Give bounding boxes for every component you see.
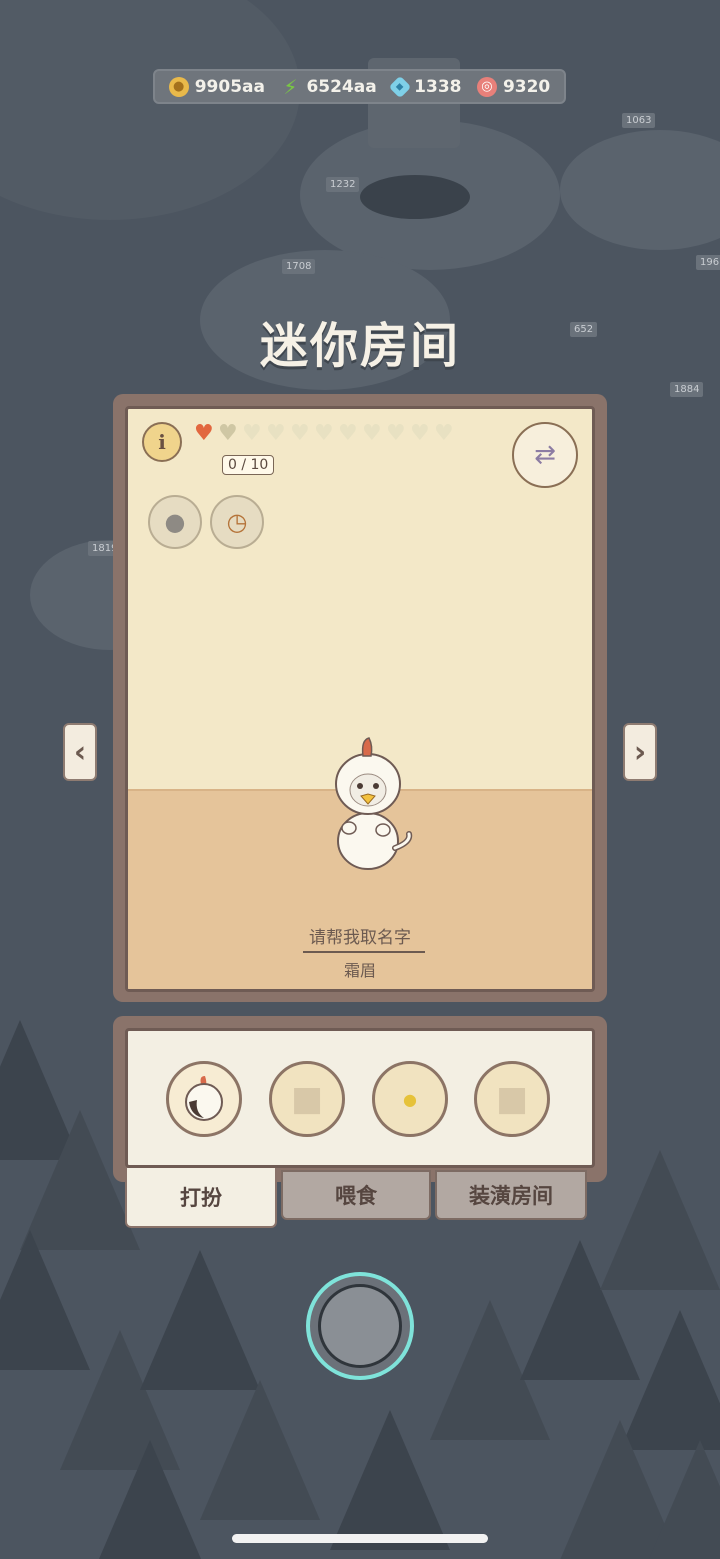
potato-icon[interactable]: ● (148, 495, 202, 549)
name-cat-prompt[interactable]: 请帮我取名字 (128, 923, 592, 948)
coins-counter[interactable]: ● 9905aa (168, 76, 265, 97)
mini-room: i ♥ ♥ ♥ ♥ ♥ ♥ ♥ ♥ ♥ ♥ ♥ 0 / 10 ⇄ ● ◷ 请帮我… (125, 406, 595, 992)
heart-icon: ♥ (314, 421, 334, 446)
swap-cats-icon: ⇄ (534, 440, 556, 470)
chevron-right-icon: › (633, 734, 647, 770)
fish-counter[interactable]: ◎ 9320 (476, 76, 551, 97)
tab-decorate-room[interactable]: 装潢房间 (435, 1170, 587, 1220)
heart-icon: ♥ (434, 421, 454, 446)
heart-icon: ♥ (338, 421, 358, 446)
chicken-hood-icon (185, 1076, 223, 1121)
coin-icon: ● (168, 76, 189, 97)
tab-feed[interactable]: 喂食 (281, 1170, 431, 1220)
gems-counter[interactable]: ◆ 1338 (388, 75, 462, 98)
tab-bar: 打扮 喂食 装潢房间 (125, 1168, 587, 1228)
fish-value: 9320 (502, 76, 551, 97)
fish-icon: ◎ (476, 76, 497, 97)
heart-icon: ♥ (362, 421, 382, 446)
signpost: 1232 (326, 177, 360, 192)
heart-icon: ♥ (386, 421, 406, 446)
main-action-button-inner (318, 1284, 402, 1368)
heart-count-badge: 0 / 10 (222, 455, 275, 475)
name-underline (303, 951, 425, 953)
currency-bar: ● 9905aa ⚡ 6524aa ◆ 1338 ◎ 9320 (153, 69, 566, 104)
next-room-button[interactable]: › (623, 723, 657, 781)
signpost: 1884 (670, 382, 704, 397)
signpost: 1708 (282, 259, 316, 274)
energy-value: 6524aa (306, 76, 377, 97)
info-button[interactable]: i (142, 422, 182, 462)
signpost: 1063 (622, 113, 656, 128)
swap-cat-button[interactable]: ⇄ (512, 422, 578, 488)
cat-character[interactable] (323, 736, 413, 876)
hot-spring-pond (360, 175, 470, 219)
mask-slot[interactable]: ■ (474, 1061, 550, 1137)
signpost: 196 (696, 255, 720, 270)
lightning-icon: ⚡ (283, 74, 298, 99)
coins-value: 9905aa (194, 76, 265, 97)
affection-hearts: ♥ ♥ ♥ ♥ ♥ ♥ ♥ ♥ ♥ ♥ ♥ (194, 423, 456, 445)
heart-icon: ♥ (266, 421, 286, 446)
heart-icon: ♥ (290, 421, 310, 446)
home-indicator[interactable] (232, 1534, 488, 1543)
gems-value: 1338 (414, 76, 462, 97)
shirt-icon: ■ (290, 1079, 324, 1119)
mask-icon: ■ (495, 1079, 529, 1119)
chevron-left-icon: ‹ (73, 734, 87, 770)
tab-dressup[interactable]: 打扮 (125, 1168, 277, 1228)
heart-icon: ♥ (218, 421, 238, 446)
heart-icon: ♥ (242, 421, 262, 446)
bell-icon: ● (403, 1089, 417, 1109)
cat-name: 霜眉 (343, 961, 376, 980)
previous-room-button[interactable]: ‹ (63, 723, 97, 781)
accessory-slot[interactable]: ● (372, 1061, 448, 1137)
gem-icon: ◆ (388, 75, 412, 98)
clothing-slot[interactable]: ■ (269, 1061, 345, 1137)
energy-counter[interactable]: ⚡ 6524aa (280, 74, 377, 99)
heart-icon: ♥ (410, 421, 430, 446)
stopwatch-icon[interactable]: ◷ (210, 495, 264, 549)
heart-icon: ♥ (194, 421, 214, 446)
costume-slot-chicken[interactable] (166, 1061, 242, 1137)
page-title: 迷你房间 (259, 318, 460, 374)
main-action-button[interactable] (306, 1272, 414, 1380)
